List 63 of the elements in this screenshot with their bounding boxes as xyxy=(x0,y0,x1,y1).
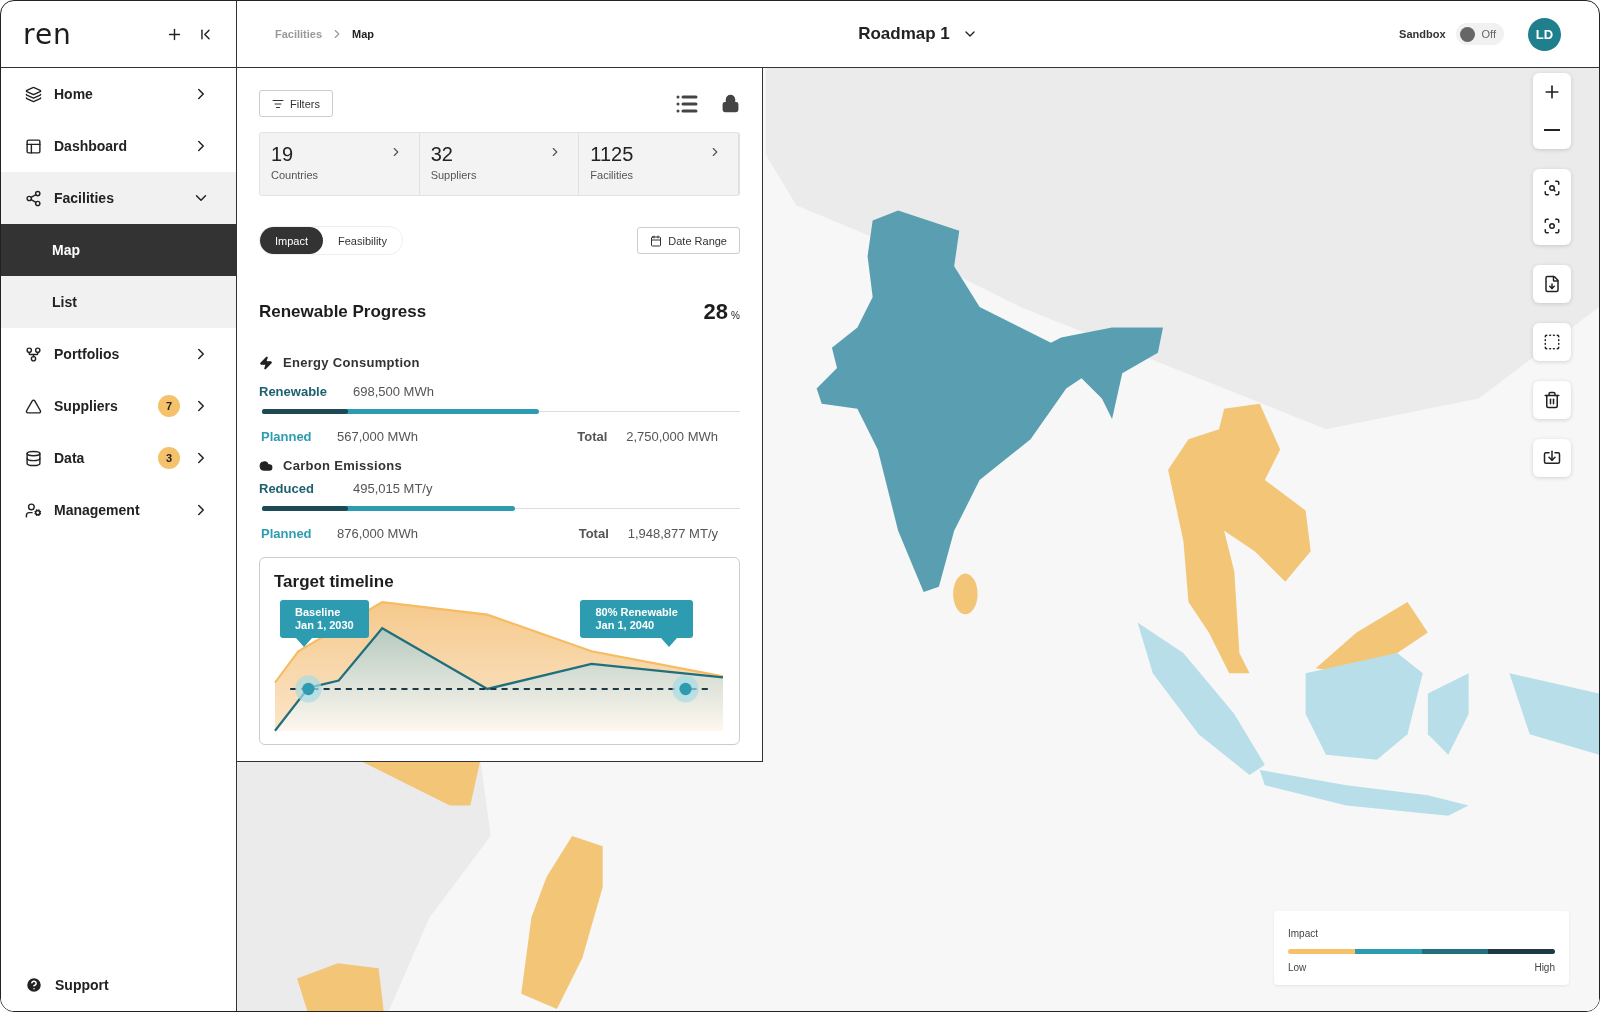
focus-icon xyxy=(1543,217,1561,235)
nav-subitem[interactable]: Map xyxy=(1,224,236,276)
metric-value: 698,500 MWh xyxy=(353,384,434,399)
metric-label: Planned xyxy=(261,429,313,444)
count-badge: 3 xyxy=(158,447,180,469)
metric-title: Energy Consumption xyxy=(283,355,420,370)
trash-icon xyxy=(1543,391,1561,409)
calendar-icon xyxy=(650,234,663,247)
fork-icon xyxy=(25,345,42,363)
metric-label: Total xyxy=(577,429,609,444)
legend-low-label: Low xyxy=(1288,962,1307,973)
stat-item[interactable]: 1125 Facilities xyxy=(579,133,739,195)
lock-icon xyxy=(721,94,740,113)
section-title: Renewable Progress xyxy=(259,302,428,322)
lightning-icon xyxy=(259,355,273,370)
user-avatar[interactable]: LD xyxy=(1528,17,1561,51)
triangle-icon xyxy=(25,397,42,415)
stat-item[interactable]: 32 Suppliers xyxy=(419,133,580,195)
roadmap-dropdown[interactable]: Roadmap 1 xyxy=(852,23,984,45)
database-icon xyxy=(25,449,42,467)
nav-item[interactable]: Facilities xyxy=(1,172,236,224)
metric-label: Total xyxy=(578,526,610,541)
stat-item[interactable]: 19 Countries xyxy=(260,133,420,195)
count-badge: 7 xyxy=(158,395,180,417)
milestone-dot xyxy=(672,675,699,703)
minus-icon xyxy=(1544,129,1560,131)
milestone-tooltip: 80% Renewable Jan 1, 2040 xyxy=(580,600,693,647)
metric-value: 567,000 MWh xyxy=(337,429,418,444)
filters-button[interactable]: Filters xyxy=(259,90,333,117)
panel-icon xyxy=(25,137,42,155)
lock-button[interactable] xyxy=(721,94,740,113)
import-icon xyxy=(1543,449,1561,467)
logo: ren xyxy=(23,17,73,51)
scan-icon xyxy=(1543,179,1561,197)
date-range-button[interactable]: Date Range xyxy=(637,227,740,254)
metric-title: Carbon Emissions xyxy=(283,458,402,473)
milestone-tooltip: Baseline Jan 1, 2030 xyxy=(280,600,369,647)
progress-percent: 28% xyxy=(703,299,740,325)
dashed-square-icon xyxy=(1543,333,1561,351)
metric-label: Planned xyxy=(261,526,313,541)
help-icon xyxy=(25,976,43,994)
metric-value: 495,015 MT/y xyxy=(353,481,433,496)
card-title: Target timeline xyxy=(274,572,394,591)
metric-label: Reduced xyxy=(259,481,315,496)
legend-title: Impact xyxy=(1288,928,1318,939)
file-download-icon xyxy=(1543,275,1561,293)
user-gear-icon xyxy=(25,501,42,519)
legend-high-label: High xyxy=(1534,962,1555,973)
view-tab[interactable]: Feasibility xyxy=(323,227,402,254)
sandbox-toggle[interactable]: Off xyxy=(1455,23,1504,45)
view-tab[interactable]: Impact xyxy=(260,227,323,254)
metric-value: 2,750,000 MWh xyxy=(626,429,718,444)
breadcrumb-link[interactable]: Map xyxy=(352,28,375,40)
layers-icon xyxy=(25,85,42,103)
cloud-icon xyxy=(259,458,273,473)
metric-label: Renewable xyxy=(259,384,328,399)
nav-subitem[interactable]: List xyxy=(1,276,236,328)
sandbox-label: Sandbox xyxy=(1399,28,1446,40)
nodes-icon xyxy=(25,189,42,207)
milestone-dot xyxy=(295,675,322,703)
filter-icon xyxy=(272,97,284,110)
metric-value: 1,948,877 MT/y xyxy=(627,526,718,541)
metric-value: 876,000 MWh xyxy=(337,526,418,541)
